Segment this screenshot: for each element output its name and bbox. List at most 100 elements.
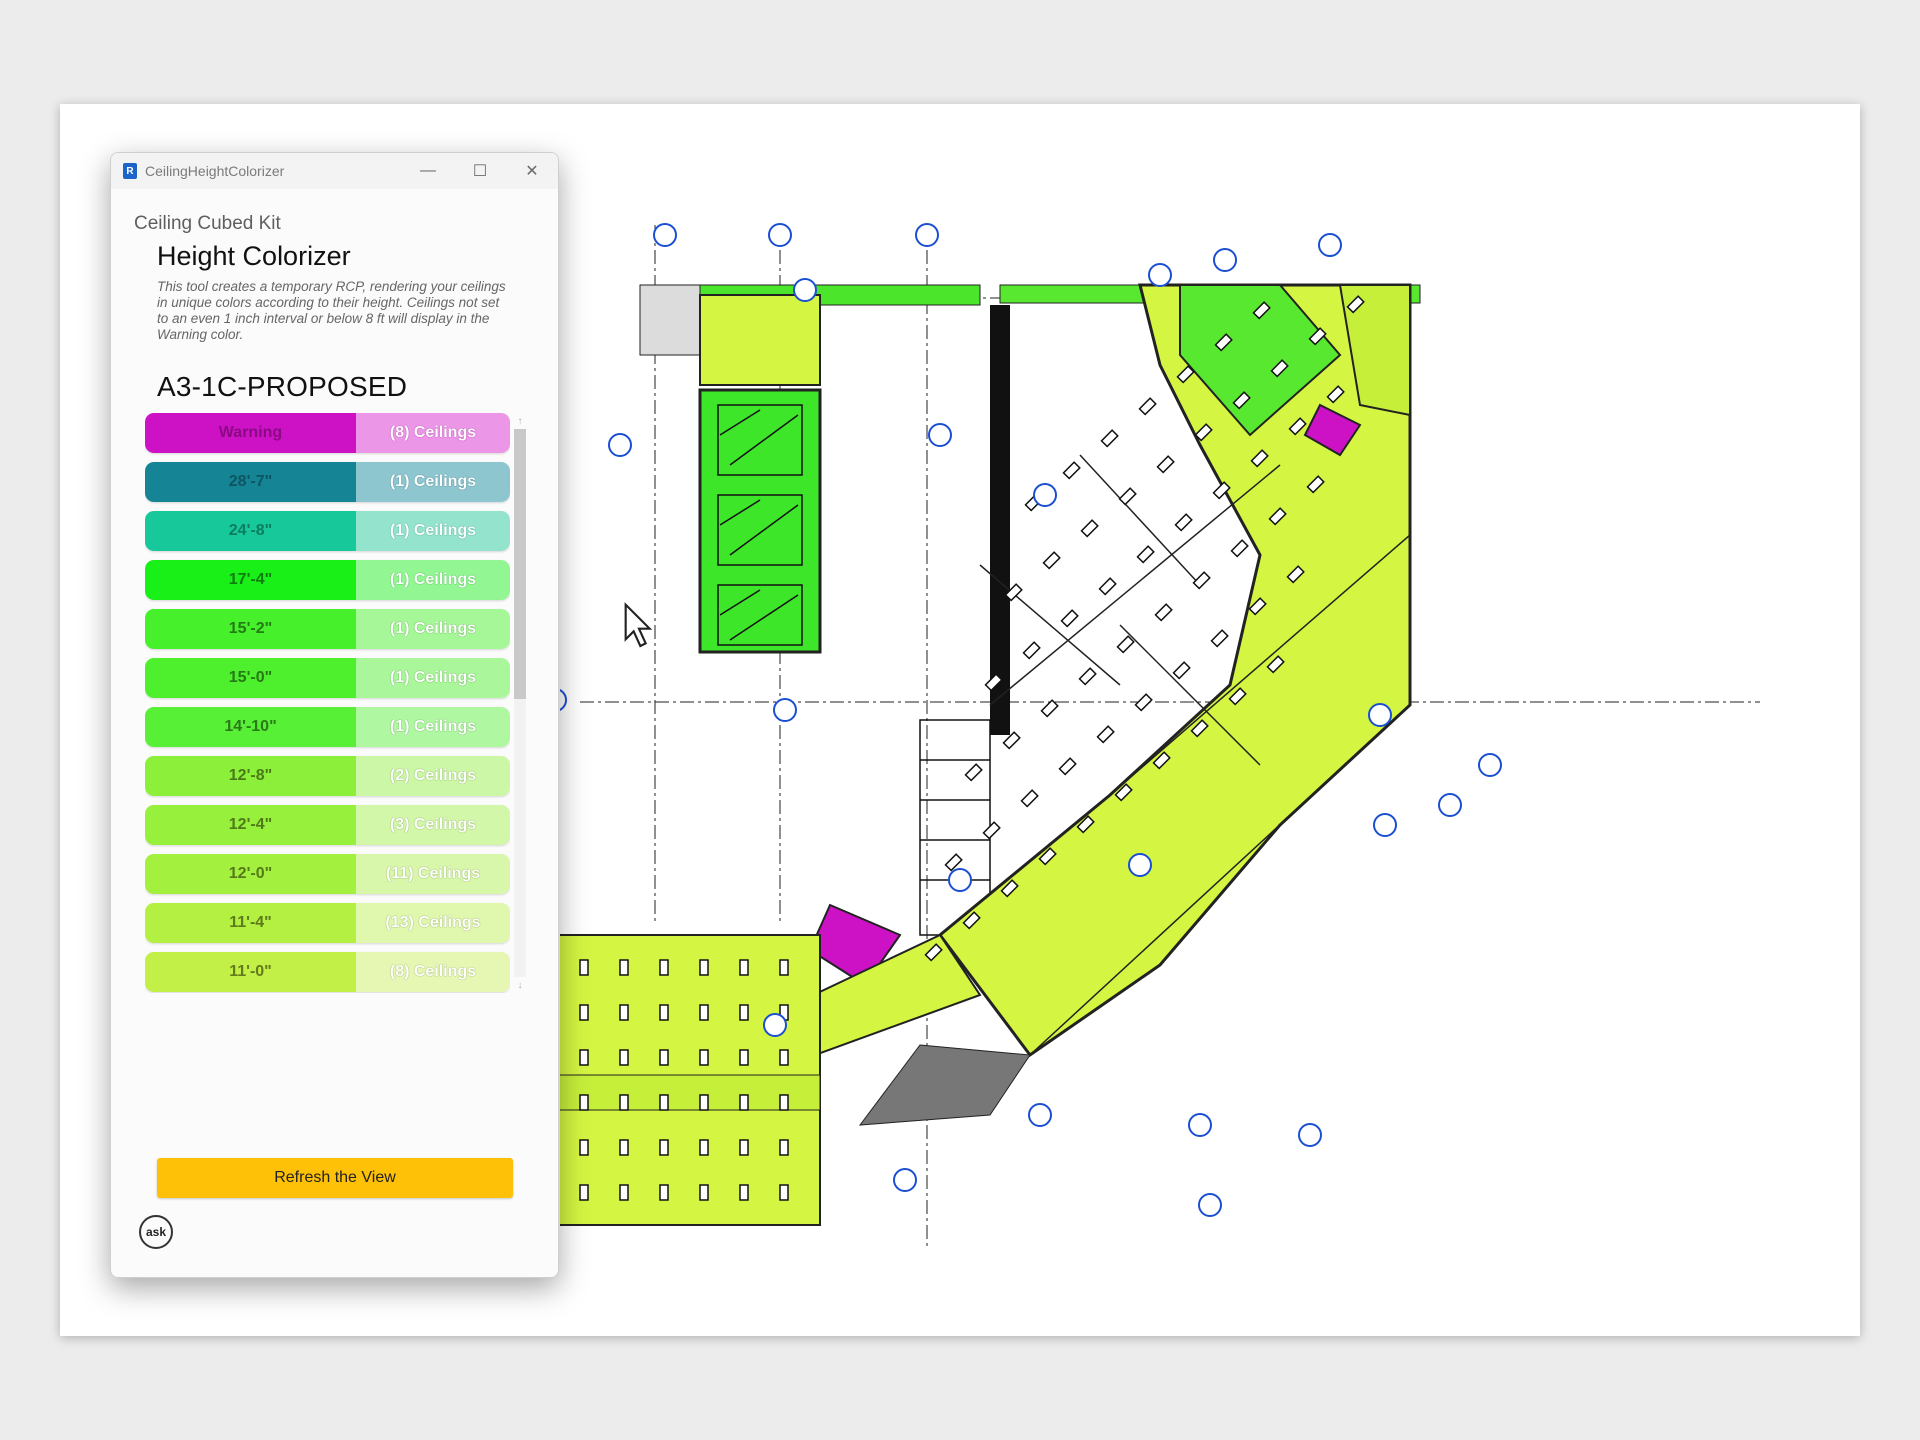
ceiling-count: (1) Ceilings [356, 609, 510, 649]
light-fixture [779, 1184, 789, 1201]
height-label[interactable]: 15'-2" [145, 609, 356, 649]
light-fixture [1098, 577, 1117, 596]
height-row[interactable]: 28'-7" (1) Ceilings [145, 462, 510, 502]
light-fixture [1172, 661, 1191, 680]
light-fixture [619, 1139, 629, 1156]
gray-zone [639, 284, 701, 356]
ceiling-count: (1) Ceilings [356, 560, 510, 600]
light-fixture [779, 959, 789, 976]
height-label[interactable]: 28'-7" [145, 462, 356, 502]
ceiling-count: (3) Ceilings [356, 805, 510, 845]
light-fixture [1020, 789, 1039, 808]
floor-plan-canvas[interactable] [519, 205, 1780, 1255]
ceiling-count: (13) Ceilings [356, 903, 510, 943]
light-fixture [579, 1094, 589, 1111]
light-fixture [659, 959, 669, 976]
section-tag-icon [1368, 703, 1392, 727]
light-fixture [1118, 487, 1137, 506]
light-fixture [779, 1049, 789, 1066]
height-label[interactable]: 14'-10" [145, 707, 356, 747]
ceiling-count: (1) Ceilings [356, 462, 510, 502]
section-tag-icon [608, 433, 632, 457]
maximize-button[interactable]: ☐ [454, 153, 506, 189]
light-fixture [699, 1049, 709, 1066]
section-tag-icon [1373, 813, 1397, 837]
light-fixture [619, 959, 629, 976]
height-row[interactable]: 17'-4" (1) Ceilings [145, 560, 510, 600]
light-fixture [739, 959, 749, 976]
mouse-pointer-icon [622, 602, 656, 650]
ceiling-height-colorizer-window[interactable]: R CeilingHeightColorizer — ☐ ✕ Ceiling C… [110, 152, 559, 1278]
section-tag-icon [1188, 1113, 1212, 1137]
height-row[interactable]: 15'-0" (1) Ceilings [145, 658, 510, 698]
height-row[interactable]: 11'-0" (8) Ceilings [145, 952, 510, 992]
light-fixture [1058, 757, 1077, 776]
light-fixture [1022, 641, 1041, 660]
height-label[interactable]: 15'-0" [145, 658, 356, 698]
light-fixture [579, 1004, 589, 1021]
refresh-view-button[interactable]: Refresh the View [157, 1158, 513, 1198]
light-fixture [1100, 429, 1119, 448]
light-fixture [1042, 551, 1061, 570]
height-row[interactable]: 15'-2" (1) Ceilings [145, 609, 510, 649]
scrollbar-thumb[interactable] [514, 429, 526, 699]
section-tag-icon [768, 223, 792, 247]
height-row[interactable]: 12'-0" (11) Ceilings [145, 854, 510, 894]
light-fixture [619, 1004, 629, 1021]
height-row[interactable]: 11'-4" (13) Ceilings [145, 903, 510, 943]
height-row[interactable]: 12'-8" (2) Ceilings [145, 756, 510, 796]
light-fixture [659, 1004, 669, 1021]
light-fixture [699, 1094, 709, 1111]
ask-chat-icon[interactable]: ask [139, 1215, 173, 1249]
light-fixture [579, 1139, 589, 1156]
height-label[interactable]: 17'-4" [145, 560, 356, 600]
section-tag-icon [1478, 753, 1502, 777]
list-scrollbar[interactable]: ↑ ↓ [511, 413, 529, 993]
height-row[interactable]: 24'-8" (1) Ceilings [145, 511, 510, 551]
section-tag-icon [1198, 1193, 1222, 1217]
title-bar[interactable]: R CeilingHeightColorizer — ☐ ✕ [111, 153, 558, 189]
revit-app-icon: R [123, 163, 137, 179]
height-label[interactable]: 12'-0" [145, 854, 356, 894]
ceiling-count: (8) Ceilings [356, 413, 510, 453]
light-fixture [579, 1049, 589, 1066]
height-label[interactable]: 24'-8" [145, 511, 356, 551]
height-list[interactable]: Warning (8) Ceilings 28'-7" (1) Ceilings 24'… [145, 413, 510, 993]
light-fixture [1136, 545, 1155, 564]
light-fixture [1080, 519, 1099, 538]
section-tag-icon [915, 223, 939, 247]
light-fixture [1116, 635, 1135, 654]
light-fixture [739, 1094, 749, 1111]
section-tag-icon [773, 698, 797, 722]
minimize-button[interactable]: — [402, 153, 454, 189]
section-tag-icon [1318, 233, 1342, 257]
light-fixture [619, 1184, 629, 1201]
section-tag-icon [1298, 1123, 1322, 1147]
height-row[interactable]: 14'-10" (1) Ceilings [145, 707, 510, 747]
height-label[interactable]: 11'-0" [145, 952, 356, 992]
floor-plan-view[interactable] [519, 205, 1780, 1255]
light-fixture [739, 1004, 749, 1021]
light-fixture [779, 1139, 789, 1156]
light-fixture [1154, 603, 1173, 622]
section-tag-icon [763, 1013, 787, 1037]
height-row[interactable]: Warning (8) Ceilings [145, 413, 510, 453]
light-fixture [659, 1139, 669, 1156]
height-label[interactable]: 12'-8" [145, 756, 356, 796]
scroll-down-arrow-icon[interactable]: ↓ [511, 977, 529, 993]
height-label[interactable]: 11'-4" [145, 903, 356, 943]
light-fixture [1060, 609, 1079, 628]
section-tag-icon [653, 223, 677, 247]
light-fixture [659, 1049, 669, 1066]
scroll-up-arrow-icon[interactable]: ↑ [511, 413, 529, 429]
section-tag-icon [1028, 1103, 1052, 1127]
section-tag-icon [543, 688, 567, 712]
close-button[interactable]: ✕ [506, 153, 558, 189]
height-label[interactable]: 12'-4" [145, 805, 356, 845]
light-fixture [739, 1139, 749, 1156]
height-row[interactable]: 12'-4" (3) Ceilings [145, 805, 510, 845]
hatched-canopy [858, 1044, 1031, 1126]
light-fixture [982, 821, 1001, 840]
height-label[interactable]: Warning [145, 413, 356, 453]
ceiling-count: (1) Ceilings [356, 707, 510, 747]
